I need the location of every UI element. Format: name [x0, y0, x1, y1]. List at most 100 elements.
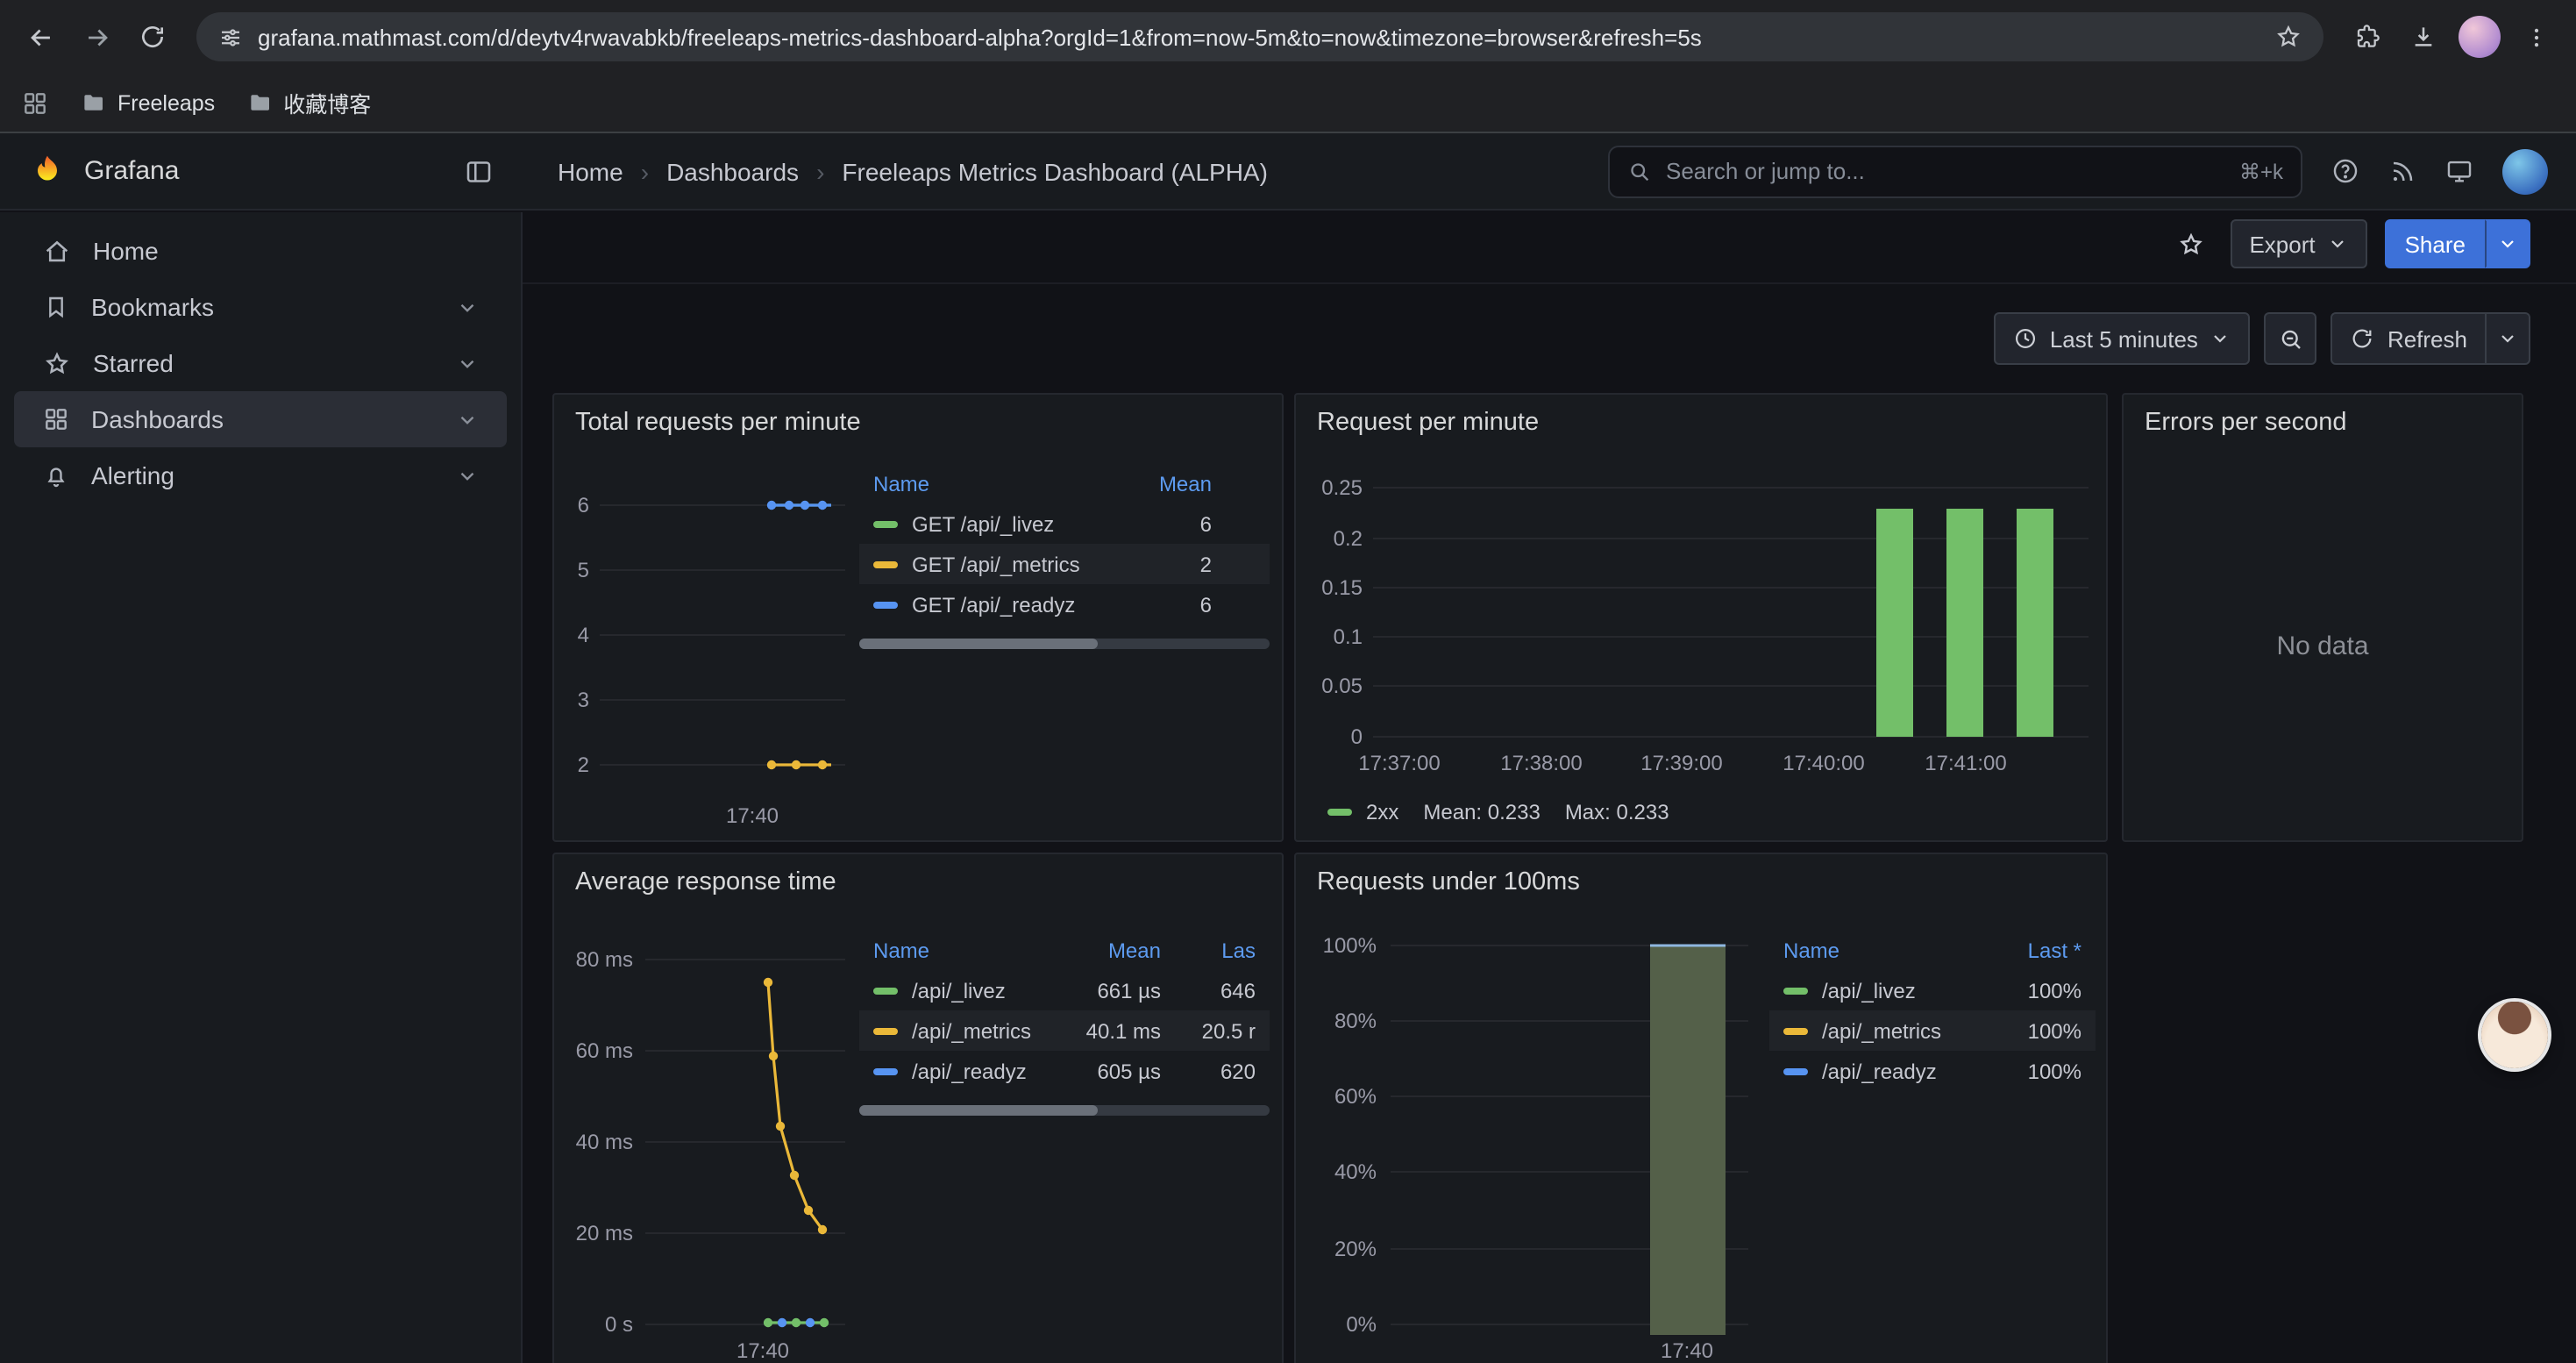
- apps-grid-icon[interactable]: [21, 89, 49, 117]
- bookmark-label: Freeleaps: [117, 90, 215, 115]
- legend-col-mean[interactable]: Mean: [1124, 472, 1212, 496]
- legend-col-name[interactable]: Name: [1783, 938, 1976, 963]
- url-text[interactable]: grafana.mathmast.com/d/deytv4rwavabkb/fr…: [258, 24, 2260, 50]
- series-name[interactable]: /api/_metrics: [1822, 1018, 1976, 1043]
- refresh-button[interactable]: Refresh: [2331, 312, 2487, 365]
- search-box[interactable]: ⌘+k: [1608, 145, 2302, 197]
- news-rss-icon[interactable]: [2388, 157, 2416, 185]
- series-max-stat: Max: 0.233: [1565, 800, 1669, 824]
- refresh-interval-dropdown[interactable]: [2487, 312, 2530, 365]
- forward-button[interactable]: [70, 11, 123, 63]
- legend-col-mean[interactable]: Mean: [1056, 938, 1161, 963]
- series-name[interactable]: GET /api/_livez: [912, 511, 1124, 536]
- chevron-down-icon[interactable]: [456, 464, 479, 487]
- time-range-picker[interactable]: Last 5 minutes: [1994, 312, 2251, 365]
- legend-col-name[interactable]: Name: [873, 938, 1056, 963]
- legend-col-last[interactable]: Last *: [1976, 938, 2081, 963]
- bookmark-folder-blogs[interactable]: 收藏博客: [246, 86, 371, 119]
- back-button[interactable]: [14, 11, 67, 63]
- total-requests-chart[interactable]: 6 5 4 3 2 17:40: [554, 451, 852, 844]
- chevron-down-icon[interactable]: [456, 296, 479, 318]
- forward-arrow-icon: [82, 22, 111, 52]
- svg-text:60 ms: 60 ms: [576, 1039, 633, 1063]
- export-button[interactable]: Export: [2230, 219, 2367, 268]
- avg-response-time-chart[interactable]: 80 ms 60 ms 40 ms 20 ms 0 s 17:40: [554, 910, 852, 1363]
- breadcrumb-home[interactable]: Home: [558, 157, 623, 185]
- series-name[interactable]: /api/_readyz: [1822, 1059, 1976, 1083]
- series-color-swatch: [1783, 1027, 1808, 1034]
- kiosk-monitor-icon[interactable]: [2444, 156, 2474, 186]
- browser-menu-button[interactable]: [2509, 11, 2562, 63]
- sidebar-toggle-button[interactable]: [463, 155, 495, 187]
- sidebar-item-alerting[interactable]: Alerting: [14, 447, 507, 503]
- series-color-swatch: [873, 520, 898, 527]
- series-name[interactable]: 2xx: [1366, 800, 1398, 824]
- panel-title[interactable]: Errors per second: [2124, 395, 2522, 451]
- sidebar-item-label: Alerting: [91, 461, 435, 489]
- series-last-value: 620: [1161, 1059, 1256, 1083]
- sidebar-item-dashboards[interactable]: Dashboards: [14, 391, 507, 447]
- chevron-down-icon[interactable]: [456, 408, 479, 431]
- legend-row: GET /api/_livez 6: [859, 503, 1270, 544]
- series-name[interactable]: /api/_livez: [1822, 978, 1976, 1003]
- panel-title[interactable]: Request per minute: [1296, 395, 2106, 451]
- series-name[interactable]: /api/_livez: [912, 978, 1056, 1003]
- grafana-logo-icon[interactable]: [28, 152, 67, 190]
- zoom-out-time-button[interactable]: [2265, 312, 2317, 365]
- bookmark-folder-freeleaps[interactable]: Freeleaps: [81, 89, 215, 116]
- downloads-button[interactable]: [2397, 11, 2450, 63]
- legend-col-name[interactable]: Name: [873, 472, 1124, 496]
- svg-text:0: 0: [1351, 725, 1363, 749]
- series-name[interactable]: /api/_metrics: [912, 1018, 1056, 1043]
- puzzle-icon: [2353, 23, 2381, 51]
- reload-icon: [139, 23, 167, 51]
- search-input[interactable]: [1666, 158, 2225, 184]
- brand-zone: Grafana: [0, 152, 523, 190]
- chevron-down-icon[interactable]: [456, 352, 479, 375]
- svg-text:40 ms: 40 ms: [576, 1131, 633, 1154]
- share-dropdown-button[interactable]: [2485, 219, 2530, 268]
- share-button[interactable]: Share: [2386, 219, 2485, 268]
- site-settings-icon[interactable]: [217, 24, 244, 50]
- extensions-button[interactable]: [2341, 11, 2394, 63]
- assistant-avatar-button[interactable]: [2481, 1002, 2548, 1068]
- series-color-swatch: [1327, 809, 1352, 816]
- bookmark-star-icon[interactable]: [2274, 23, 2302, 51]
- help-icon[interactable]: [2330, 156, 2360, 186]
- user-avatar[interactable]: [2502, 148, 2548, 194]
- chevron-down-icon: [2210, 328, 2231, 349]
- series-color-swatch: [1783, 987, 1808, 994]
- profile-button[interactable]: [2453, 11, 2506, 63]
- legend-series[interactable]: 2xx: [1327, 800, 1398, 824]
- series-name[interactable]: /api/_readyz: [912, 1059, 1056, 1083]
- panel-title[interactable]: Average response time: [554, 854, 1282, 910]
- sidebar-item-starred[interactable]: Starred: [14, 335, 507, 391]
- request-per-minute-chart[interactable]: 0.25 0.2 0.15 0.1 0.05 0 17:37:00 17:38:…: [1296, 451, 2106, 844]
- favorite-dashboard-button[interactable]: [2168, 222, 2212, 266]
- panel-body: 0.25 0.2 0.15 0.1 0.05 0 17:37:00 17:38:…: [1296, 451, 2106, 840]
- reload-button[interactable]: [126, 11, 179, 63]
- svg-text:0.05: 0.05: [1321, 674, 1363, 698]
- legend-col-last[interactable]: Las: [1161, 938, 1256, 963]
- legend-scrollbar-thumb[interactable]: [859, 639, 1097, 649]
- panel-title[interactable]: Total requests per minute: [554, 395, 1282, 451]
- svg-text:100%: 100%: [1323, 934, 1377, 958]
- breadcrumb-dashboards[interactable]: Dashboards: [666, 157, 799, 185]
- grafana-topnav: Grafana Home › Dashboards › Freeleaps Me…: [0, 133, 2576, 211]
- panel-title[interactable]: Requests under 100ms: [1296, 854, 2106, 910]
- panel-total-requests: Total requests per minute 6 5 4 3 2 17:4…: [552, 393, 1284, 842]
- legend-scrollbar-thumb[interactable]: [859, 1105, 1097, 1116]
- url-bar[interactable]: grafana.mathmast.com/d/deytv4rwavabkb/fr…: [196, 12, 2323, 61]
- breadcrumb-separator: ›: [816, 157, 824, 185]
- svg-text:40%: 40%: [1334, 1160, 1377, 1184]
- sidebar-item-bookmarks[interactable]: Bookmarks: [14, 279, 507, 335]
- panel-legend: 2xx Mean: 0.233 Max: 0.233: [1327, 800, 1669, 824]
- svg-text:17:41:00: 17:41:00: [1925, 752, 2006, 775]
- sidebar-item-home[interactable]: Home: [14, 223, 507, 279]
- series-mean-value: 605 µs: [1056, 1059, 1161, 1083]
- series-name[interactable]: GET /api/_readyz: [912, 592, 1124, 617]
- bookmark-label: 收藏博客: [283, 86, 371, 119]
- legend-row: /api/_readyz 100%: [1769, 1051, 2096, 1091]
- legend-row: /api/_livez 661 µs 646: [859, 970, 1270, 1010]
- series-name[interactable]: GET /api/_metrics: [912, 552, 1124, 576]
